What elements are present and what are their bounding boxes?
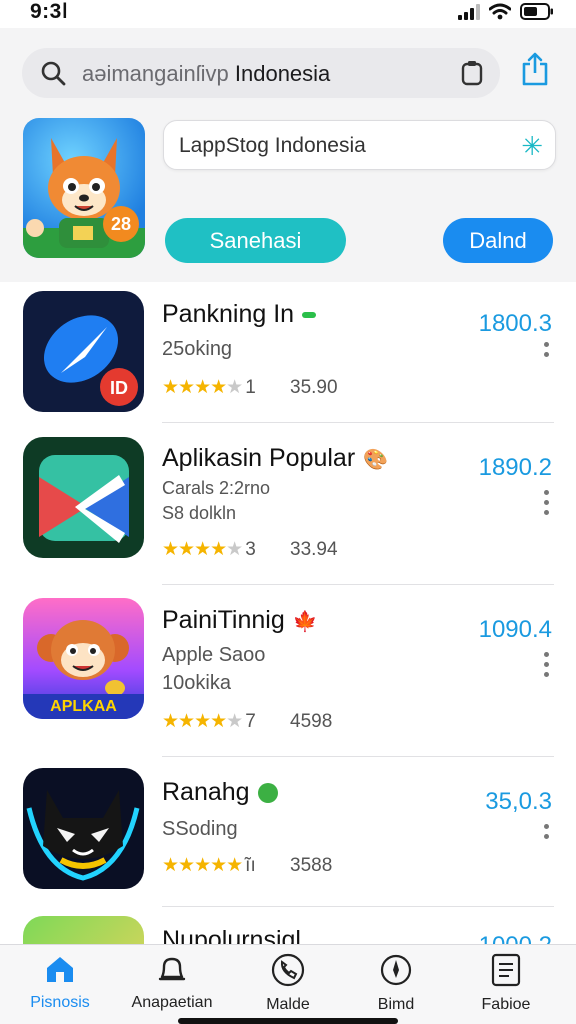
app-price: 1000.2 <box>479 932 552 944</box>
signal-icon <box>458 3 480 20</box>
list-item[interactable]: APLKAA PainiTinnig 🍁 Apple Saoo 10okika ★… <box>0 586 576 756</box>
rating-stars: ★★★★★ ĩı <box>162 855 256 876</box>
app-subtitle: 25oking <box>162 338 233 360</box>
tab-label: Fabioe <box>481 996 531 1013</box>
status-dot-icon <box>302 312 317 319</box>
divider <box>162 422 554 423</box>
more-options-icon[interactable] <box>544 490 550 520</box>
divider <box>162 906 554 907</box>
home-icon <box>47 957 73 982</box>
list-item[interactable]: Nupolurnsiql 1000.2 <box>0 908 576 944</box>
app-title: Pankning In <box>162 300 317 329</box>
play-shape-icon <box>39 455 129 543</box>
list-item[interactable]: ID Pankning In 25oking ★★★★★ 1 35.90 1800… <box>0 282 576 424</box>
tab-bar: Pisnosis Anapaetian Malde Bimd Fabioe <box>0 944 576 1024</box>
list-item[interactable]: Aplikasin Popular 🎨 Carals 2:2rno S8 dolk… <box>0 424 576 586</box>
app-store-screen: 9:3ǀ aəimangainſivp Indonesia 28 LappSto… <box>0 0 576 1024</box>
bell-icon <box>158 957 186 981</box>
svg-text:ID: ID <box>110 378 128 398</box>
app-subtitle-2: S8 dolkln <box>162 503 237 523</box>
search-icon <box>41 61 66 86</box>
app-icon-popular[interactable] <box>23 437 144 558</box>
app-subtitle: Apple Saoo <box>162 644 266 666</box>
featured-badge: 28 <box>103 206 139 242</box>
tab-label: Pisnosis <box>30 994 90 1011</box>
store-name-text: LappStog Indonesia <box>179 134 366 157</box>
secondary-action-button[interactable]: Dalnd <box>443 218 553 263</box>
tab-files[interactable]: Fabioe <box>456 953 556 1014</box>
app-title: Nupolurnsiql <box>162 926 301 944</box>
document-icon <box>491 953 521 987</box>
rating-stars: ★★★★★ 7 <box>162 711 256 732</box>
app-subtitle-2: 10okika <box>162 672 231 694</box>
rating-count: 3588 <box>290 855 333 876</box>
tab-notifications[interactable]: Anapaetian <box>122 953 222 1012</box>
status-bar: 9:3ǀ <box>0 0 576 28</box>
store-name-field[interactable]: LappStog Indonesia ✳ <box>163 120 556 170</box>
app-price: 1090.4 <box>478 616 552 643</box>
header-section: aəimangainſivp Indonesia 28 LappStog Ind… <box>0 28 576 282</box>
app-icon-navigation[interactable]: ID <box>23 291 144 412</box>
rating-stars: ★★★★★ 3 <box>162 539 256 560</box>
tab-label: Bimd <box>377 996 415 1013</box>
more-options-icon[interactable] <box>544 652 550 682</box>
divider <box>162 756 554 757</box>
more-options-icon[interactable] <box>544 342 550 362</box>
more-options-icon[interactable] <box>544 824 550 844</box>
featured-app-icon[interactable]: 28 <box>23 118 145 258</box>
rating-count: 35.90 <box>290 377 338 398</box>
app-title: Ranahg <box>162 778 278 807</box>
app-icon-monkey[interactable]: APLKAA <box>23 598 144 719</box>
status-time: 9:3ǀ <box>30 0 69 23</box>
green-badge-icon <box>257 783 278 804</box>
tab-explore[interactable]: Bimd <box>346 953 446 1014</box>
tab-label: Malde <box>266 996 310 1013</box>
rating-count: 4598 <box>290 711 333 732</box>
rating-stars: ★★★★★ 1 <box>162 377 256 398</box>
rating-count: 33.94 <box>290 539 338 560</box>
app-icon-partial[interactable] <box>23 916 144 944</box>
app-price: 1800.3 <box>478 310 552 337</box>
tab-calls[interactable]: Malde <box>238 953 338 1014</box>
app-icon-cat[interactable] <box>23 768 144 889</box>
tab-home[interactable]: Pisnosis <box>10 953 110 1012</box>
compass-icon <box>380 954 412 986</box>
app-price: 1890.2 <box>478 454 552 481</box>
battery-icon <box>520 3 553 20</box>
app-title: Aplikasin Popular 🎨 <box>162 444 389 472</box>
wifi-icon <box>489 3 511 20</box>
search-bar[interactable]: aəimangainſivp Indonesia <box>22 48 500 98</box>
tab-label: Anapaetian <box>131 994 213 1011</box>
star-icon[interactable]: ✳ <box>521 131 543 162</box>
status-icons <box>458 3 554 20</box>
divider <box>162 584 554 585</box>
compass-arrow-icon: ID <box>43 315 138 406</box>
app-subtitle: Carals 2:2rno <box>162 478 271 498</box>
share-icon[interactable] <box>520 52 550 86</box>
search-input[interactable]: aəimangainſivp Indonesia <box>82 61 330 87</box>
list-item[interactable]: Ranahg SSoding ★★★★★ ĩı 3588 35,0.3 <box>0 758 576 908</box>
leaf-icon: 🍁 <box>292 610 318 633</box>
app-price: 35,0.3 <box>485 788 552 815</box>
app-title: PainiTinnig 🍁 <box>162 606 318 634</box>
app-icon-text: APLKAA <box>50 698 117 715</box>
home-indicator <box>178 1018 398 1024</box>
palette-icon: 🎨 <box>363 448 389 471</box>
clipboard-icon[interactable] <box>460 60 484 86</box>
cat-mask-icon <box>26 790 140 881</box>
phone-icon <box>271 953 305 987</box>
primary-action-button[interactable]: Sanehasi <box>165 218 346 263</box>
app-list: ID Pankning In 25oking ★★★★★ 1 35.90 1800… <box>0 282 576 944</box>
app-subtitle: SSoding <box>162 818 238 840</box>
